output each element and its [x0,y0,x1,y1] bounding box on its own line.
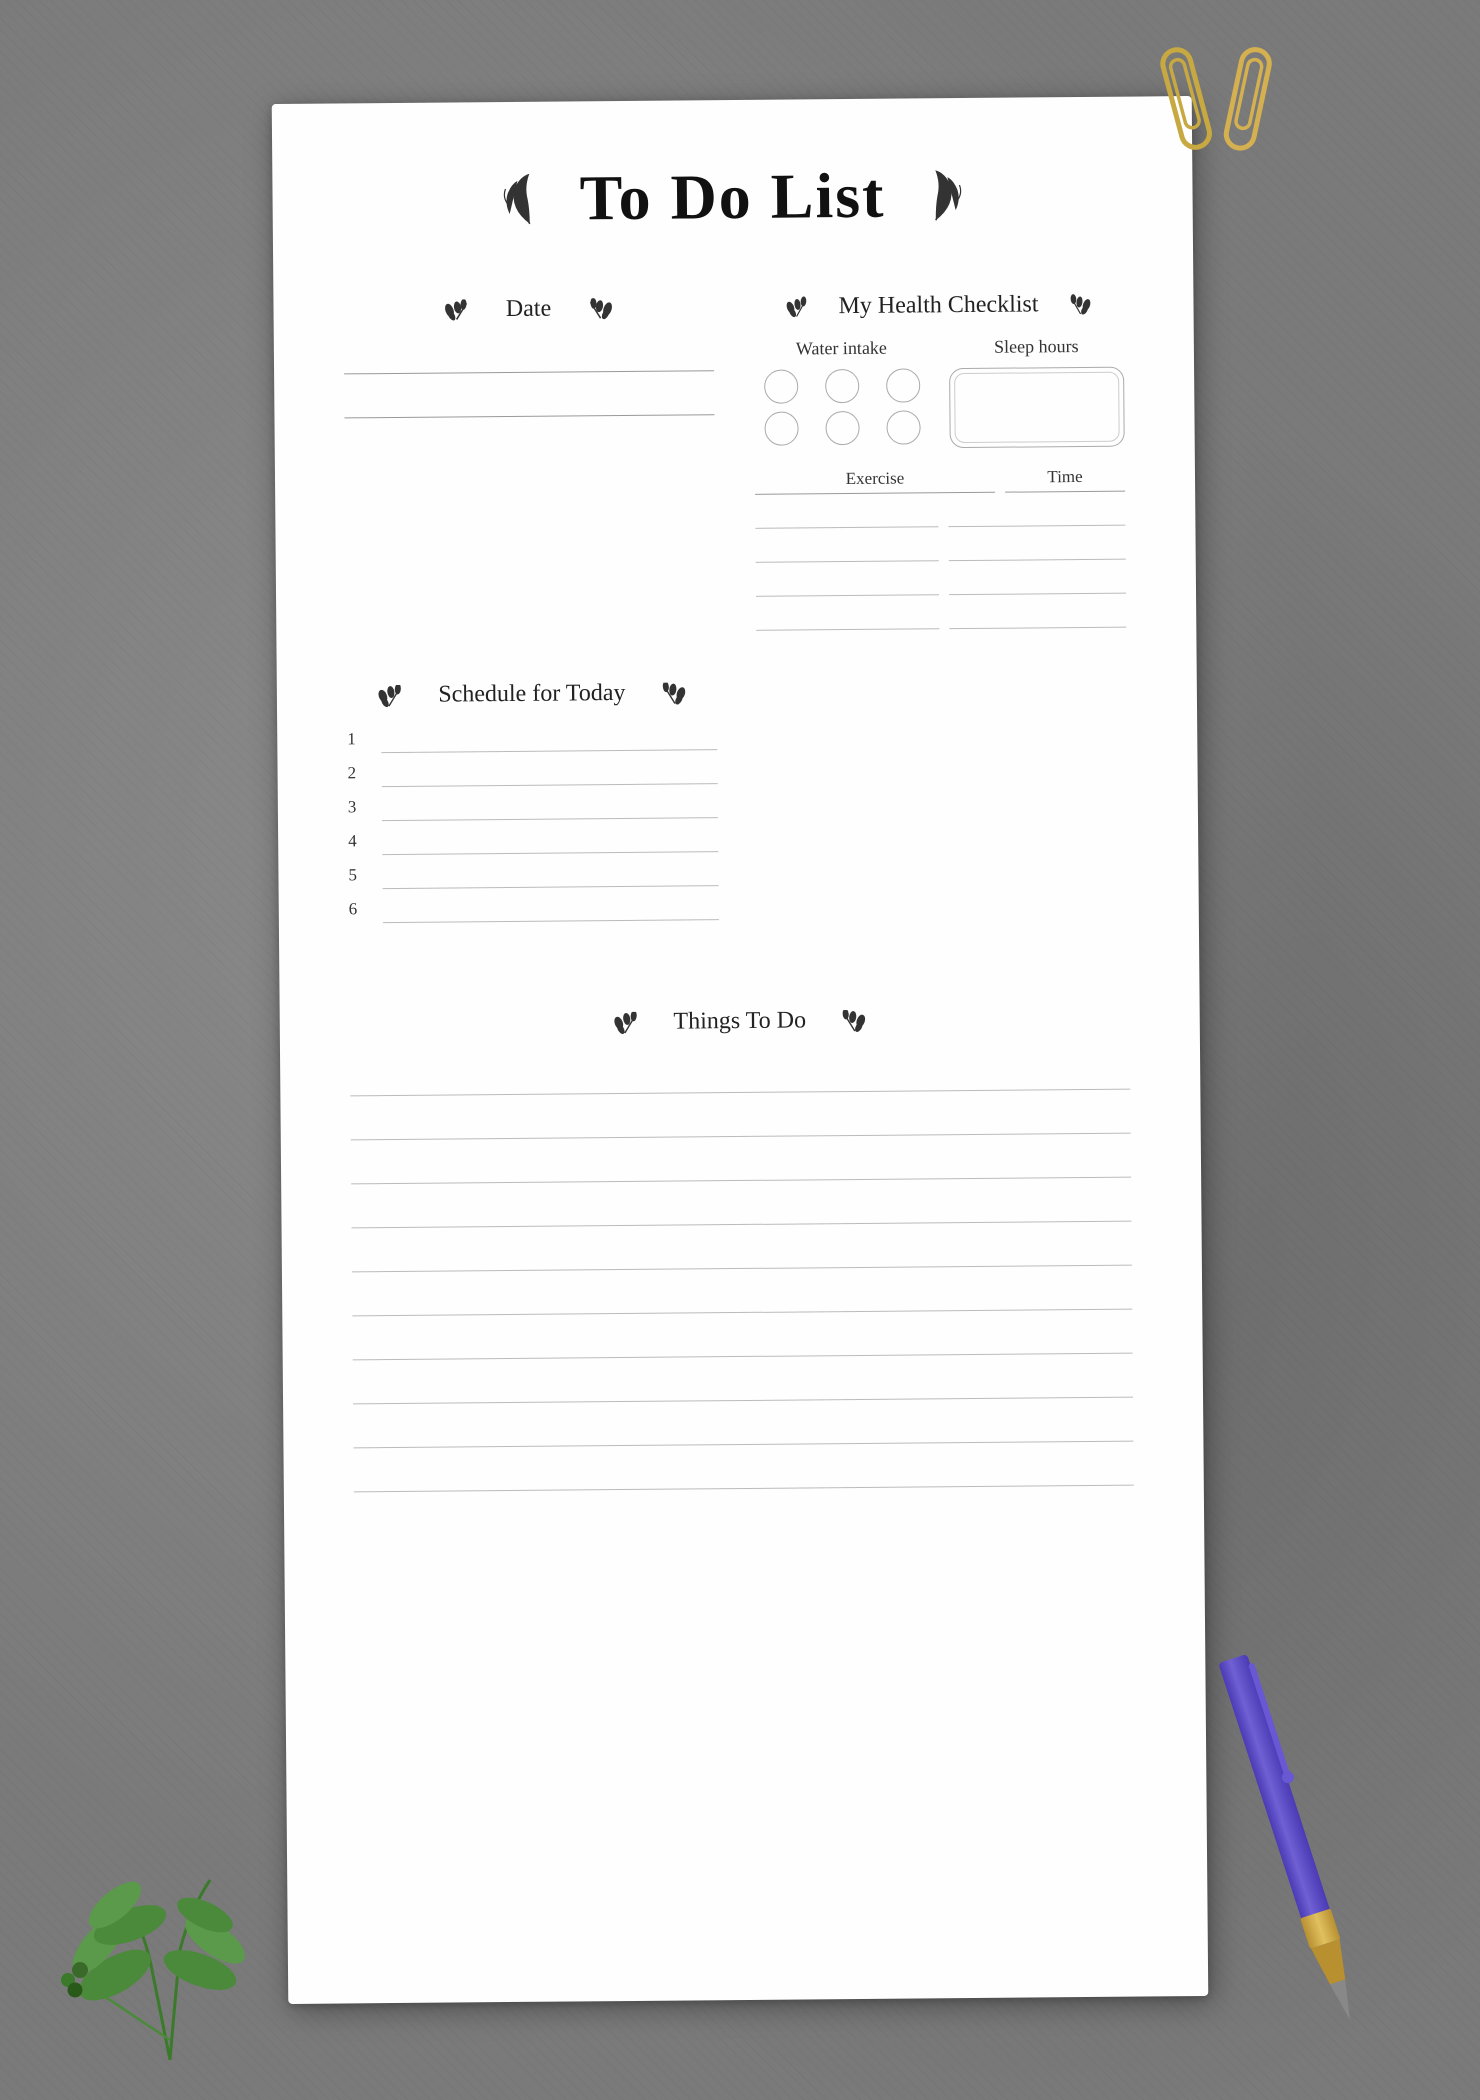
schedule-row-2: 2 [347,758,717,787]
sleep-hours-section: Sleep hours [949,336,1125,449]
schedule-number-3: 3 [348,797,368,821]
water-circle-3[interactable] [886,368,920,402]
water-circle-1[interactable] [764,369,798,403]
exercise-table: Exercise Time [755,467,1126,631]
health-wheat-right-icon [1052,293,1092,315]
schedule-row-6: 6 [349,894,719,923]
schedule-number-4: 4 [348,831,368,855]
schedule-number-6: 6 [349,899,369,923]
things-line-1[interactable] [350,1052,1130,1097]
exercise-row-4 [756,602,1126,631]
paperclip-decoration [1140,30,1300,180]
schedule-number-5: 5 [348,865,368,889]
things-line-3[interactable] [351,1140,1131,1185]
schedule-input-2[interactable] [381,758,717,787]
things-line-5[interactable] [352,1228,1132,1273]
health-header: My Health Checklist [753,291,1123,321]
schedule-row-4: 4 [348,826,718,855]
schedule-input-1[interactable] [381,724,717,753]
title-leaf-left-icon [499,169,560,230]
things-line-8[interactable] [353,1360,1133,1405]
things-wheat-right-icon [820,1009,868,1031]
things-line-4[interactable] [351,1184,1131,1229]
date-label: Date [506,296,552,323]
exercise-row-3 [756,568,1126,597]
exercise-row-2 [756,534,1126,563]
schedule-number-2: 2 [347,763,367,787]
exercise-field-4[interactable] [756,603,939,631]
time-col-label: Time [1005,467,1125,493]
date-input[interactable] [344,339,714,374]
health-section: My Health Checklist Water intake [753,281,1126,639]
exercise-row-1 [755,500,1125,529]
top-two-column: Date [343,281,1126,643]
things-line-2[interactable] [350,1096,1130,1141]
exercise-field-2[interactable] [756,535,939,563]
things-line-9[interactable] [353,1404,1133,1449]
things-header: Things To Do [350,1005,1130,1039]
schedule-header: Schedule for Today [347,679,717,709]
middle-two-column: Schedule for Today 1 2 [347,676,1129,972]
date-wheat-right-icon [565,298,615,320]
water-intake-label: Water intake [754,337,929,360]
things-line-7[interactable] [352,1316,1132,1361]
middle-right-spacer [757,676,1130,968]
schedule-input-5[interactable] [382,860,718,889]
things-label: Things To Do [673,1007,806,1035]
time-field-2[interactable] [949,534,1126,562]
schedule-row-3: 3 [348,792,718,821]
water-circle-5[interactable] [825,411,859,445]
exercise-header: Exercise Time [755,467,1125,495]
title-section: To Do List [342,157,1123,238]
exercise-field-3[interactable] [756,569,939,597]
things-lines [350,1052,1134,1493]
time-field-1[interactable] [948,500,1125,528]
paper-document: To Do List [272,96,1209,2004]
sleep-box[interactable] [949,367,1125,449]
exercise-field-1[interactable] [755,501,938,529]
date-input-2[interactable] [344,383,714,418]
pen-decoration [1204,1649,1378,2029]
health-label: My Health Checklist [838,291,1038,320]
water-circle-2[interactable] [825,369,859,403]
date-wheat-left-icon [442,299,492,321]
things-line-6[interactable] [352,1272,1132,1317]
title-leaf-right-icon [905,165,966,226]
schedule-row-1: 1 [347,724,717,753]
things-line-10[interactable] [354,1448,1134,1493]
schedule-label: Schedule for Today [438,680,625,709]
date-section: Date [343,284,716,642]
page-title: To Do List [579,159,885,236]
date-header: Date [343,294,713,324]
water-circles-container [754,368,930,446]
time-field-3[interactable] [949,568,1126,596]
schedule-rows: 1 2 3 4 5 [347,724,719,923]
water-circle-6[interactable] [886,410,920,444]
schedule-input-4[interactable] [382,826,718,855]
schedule-input-3[interactable] [382,792,718,821]
schedule-section: Schedule for Today 1 2 [347,679,719,931]
sleep-hours-label: Sleep hours [949,336,1124,359]
schedule-number-1: 1 [347,729,367,753]
water-circle-4[interactable] [764,411,798,445]
water-intake-section: Water intake [754,337,930,450]
health-wheat-left-icon [784,296,824,318]
exercise-col-label: Exercise [755,468,995,495]
health-subsections: Water intake Sleep hours [754,336,1125,450]
schedule-wheat-left-icon [376,684,424,706]
things-section: Things To Do [350,1005,1134,1493]
schedule-wheat-right-icon [639,682,687,704]
schedule-row-5: 5 [348,860,718,889]
plant-decoration [60,1760,280,2060]
things-wheat-left-icon [611,1011,659,1033]
time-field-4[interactable] [949,602,1126,630]
schedule-input-6[interactable] [383,894,719,923]
